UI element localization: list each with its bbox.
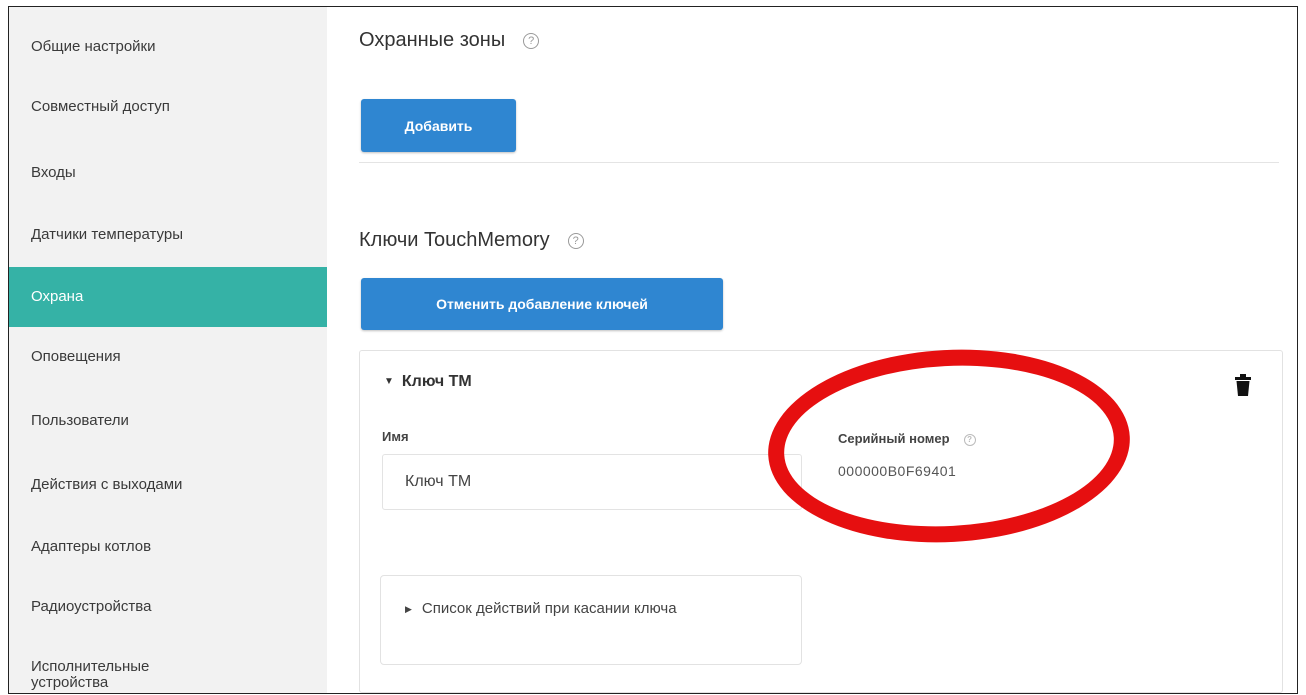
sidebar-item-temperature-sensors[interactable]: Датчики температуры (9, 205, 327, 265)
sidebar-item-boiler-adapters[interactable]: Адаптеры котлов (9, 517, 327, 577)
sidebar-item-label: Датчики температуры (31, 226, 184, 243)
sidebar-item-users[interactable]: Пользователи (9, 391, 327, 451)
cancel-adding-keys-button[interactable]: Отменить добавление ключей (361, 278, 723, 330)
help-icon[interactable]: ? (963, 433, 976, 446)
sidebar-item-inputs[interactable]: Входы (9, 143, 327, 203)
main-content: Охранные зоны? Добавить Ключи TouchMemor… (327, 7, 1297, 693)
help-icon[interactable]: ? (523, 32, 540, 49)
sidebar: Общие настройки Совместный доступ Входы … (9, 7, 327, 693)
sidebar-item-label: Исполнительные устройства (31, 658, 150, 691)
key-name-input[interactable]: Ключ ТМ (382, 454, 802, 510)
serial-number-label: Серийный номер? (838, 431, 976, 446)
zones-section-title: Охранные зоны? (359, 29, 540, 52)
trash-icon[interactable] (1234, 374, 1252, 396)
touch-actions-label: Список действий при касании ключа (421, 600, 677, 617)
caret-down-icon: ▼ (384, 376, 394, 388)
key-card-header[interactable]: ▼ Ключ ТМ (384, 373, 472, 391)
add-zone-button[interactable]: Добавить (361, 99, 516, 152)
sidebar-item-label: Пользователи (31, 412, 129, 429)
sidebar-item-notifications[interactable]: Оповещения (9, 327, 327, 387)
key-card-title: Ключ ТМ (401, 373, 472, 390)
sidebar-item-label: Охрана (31, 288, 84, 305)
sidebar-item-output-actions[interactable]: Действия с выходами (9, 455, 327, 515)
sidebar-item-label: Адаптеры котлов (31, 538, 152, 555)
sidebar-item-label: Совместный доступ (31, 98, 170, 115)
sidebar-item-label: Входы (31, 164, 76, 181)
settings-window: Общие настройки Совместный доступ Входы … (8, 6, 1298, 694)
sidebar-item-general[interactable]: Общие настройки (9, 17, 327, 77)
sidebar-item-label: Оповещения (31, 348, 121, 365)
sidebar-item-security[interactable]: Охрана (9, 267, 327, 327)
serial-number-label-text: Серийный номер (838, 431, 950, 446)
keys-title: Ключи TouchMemory (359, 229, 550, 251)
key-card: ▼ Ключ ТМ Имя Ключ ТМ Серийный номер? 000… (359, 350, 1283, 693)
zones-title: Охранные зоны (359, 29, 506, 51)
name-label: Имя (382, 429, 409, 444)
divider (359, 162, 1279, 163)
sidebar-item-label: Действия с выходами (31, 476, 183, 493)
caret-right-icon: ▶ (405, 604, 412, 615)
sidebar-item-label: Общие настройки (31, 38, 156, 55)
sidebar-item-actuators[interactable]: Исполнительные устройства (9, 647, 209, 693)
sidebar-item-radio-devices[interactable]: Радиоустройства (9, 577, 327, 637)
touch-actions-list[interactable]: ▶ Список действий при касании ключа (380, 575, 802, 665)
serial-number-value: 000000B0F69401 (838, 463, 957, 479)
sidebar-item-label: Радиоустройства (31, 598, 152, 615)
keys-section-title: Ключи TouchMemory? (359, 229, 584, 252)
key-name-value: Ключ ТМ (405, 473, 472, 490)
sidebar-item-shared-access[interactable]: Совместный доступ (9, 77, 327, 137)
help-icon[interactable]: ? (567, 232, 584, 249)
